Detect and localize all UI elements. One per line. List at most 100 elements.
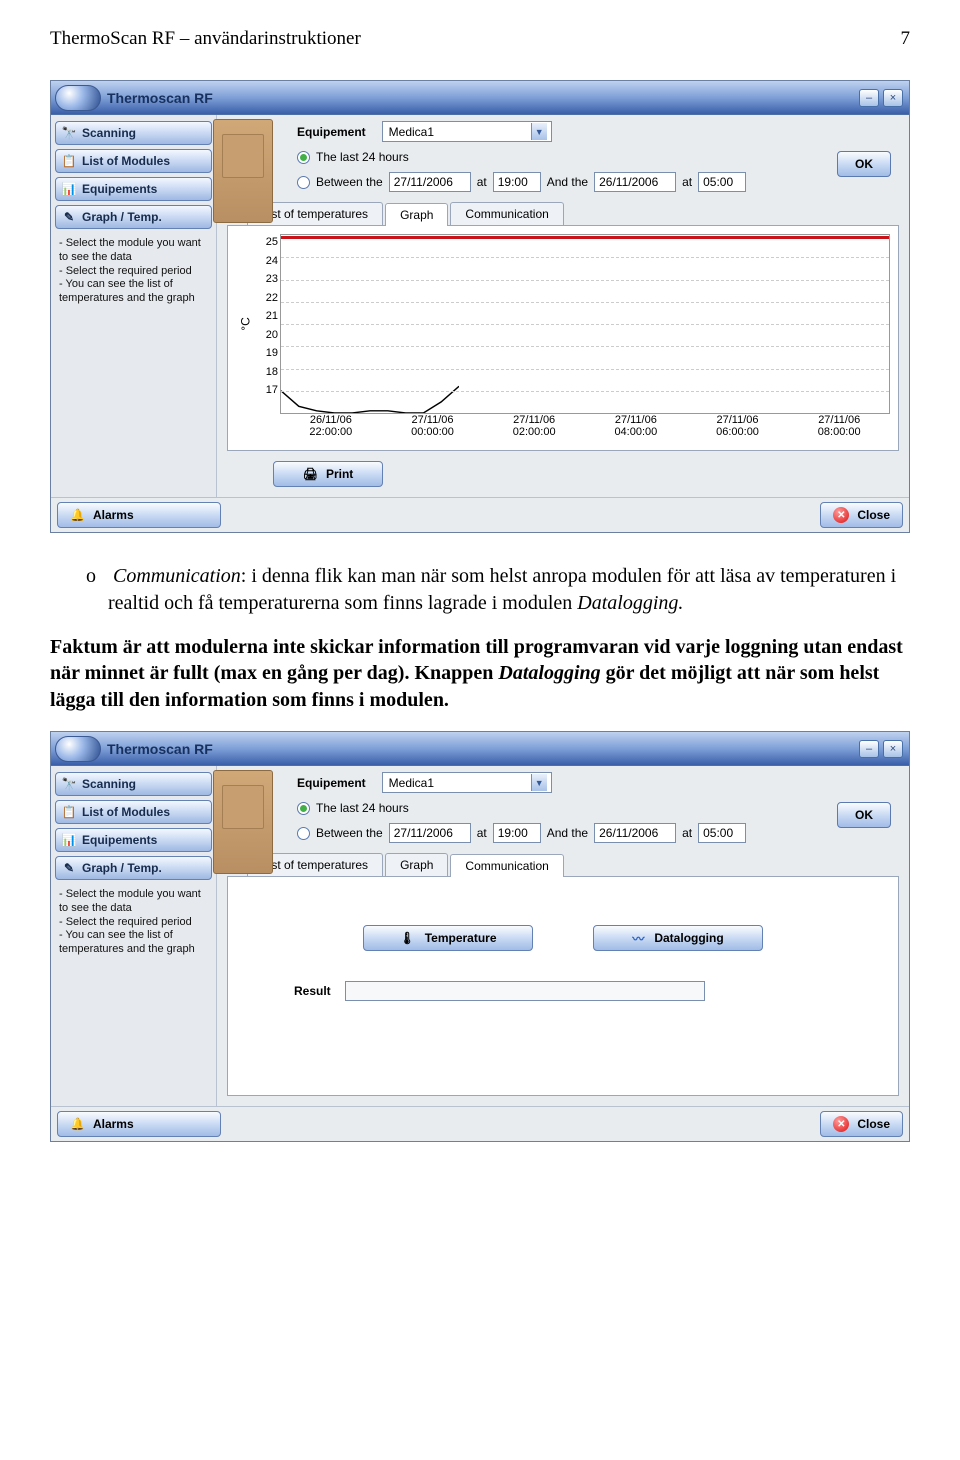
nav-equipements[interactable]: 📊 Equipements [55, 177, 212, 201]
at-label-2: at [682, 826, 692, 840]
pencil-icon: ✎ [62, 210, 76, 224]
ok-button[interactable]: OK [837, 151, 891, 177]
datalogging-label: Datalogging [654, 931, 723, 945]
nav-list-modules[interactable]: 📋 List of Modules [55, 149, 212, 173]
radio-between[interactable] [297, 176, 310, 189]
equipement-label: Equipement [297, 776, 366, 790]
print-button[interactable]: 🖨 Print [273, 461, 383, 487]
tab-graph[interactable]: Graph [385, 853, 448, 876]
nav-label: List of Modules [82, 805, 170, 819]
app-jewel-icon [55, 85, 101, 111]
and-the-label: And the [547, 826, 588, 840]
time-from-input[interactable]: 19:00 [493, 823, 541, 843]
radio-last24[interactable] [297, 151, 310, 164]
and-the-label: And the [547, 175, 588, 189]
printer-icon: 🖨 [303, 467, 318, 481]
result-field [345, 981, 705, 1001]
radio-last24[interactable] [297, 802, 310, 815]
minimize-button[interactable]: – [859, 89, 879, 107]
nav-graph-temp[interactable]: ✎Graph / Temp. [55, 856, 212, 880]
time-from-input[interactable]: 19:00 [493, 172, 541, 192]
nav-label: Graph / Temp. [82, 210, 162, 224]
radio-between[interactable] [297, 827, 310, 840]
close-window-button[interactable]: × [883, 740, 903, 758]
date-from-input[interactable]: 27/11/2006 [389, 172, 471, 192]
binoculars-icon: 🔭 [62, 126, 76, 140]
close-window-button[interactable]: × [883, 89, 903, 107]
datalogging-button[interactable]: 〰 Datalogging [593, 925, 763, 951]
paragraph-communication: o Communication: i denna flik kan man nä… [50, 563, 910, 616]
nav-label: Equipements [82, 833, 157, 847]
tab-graph[interactable]: Graph [385, 203, 448, 226]
nav-graph-temp[interactable]: ✎ Graph / Temp. [55, 205, 212, 229]
date-from-input[interactable]: 27/11/2006 [389, 823, 471, 843]
close-button[interactable]: ✕ Close [820, 1111, 903, 1137]
print-label: Print [326, 467, 353, 481]
binoculars-icon: 🔭 [62, 777, 76, 791]
list-icon: 📋 [62, 805, 76, 819]
chart-icon: 📊 [62, 833, 76, 847]
bell-icon: 🔔 [70, 508, 85, 522]
temperature-button[interactable]: 🌡 Temperature [363, 925, 533, 951]
equipement-value: Medica1 [389, 125, 434, 139]
list-icon: 📋 [62, 154, 76, 168]
app-window-graph: Thermoscan RF – × 🔭 Scanning 📋 List of Mod… [50, 80, 910, 533]
wave-icon: 〰 [632, 930, 644, 947]
thermometer-icon: 🌡 [399, 931, 414, 945]
chart-ylabel: °C [236, 234, 256, 414]
equipement-select[interactable]: Medica1 ▼ [382, 121, 552, 142]
graph-panel: °C 252423222120191817 26/11/0622:00:0027… [227, 225, 899, 451]
alarms-label: Alarms [93, 508, 134, 522]
nav-label: Equipements [82, 182, 157, 196]
nav-label: Scanning [82, 126, 136, 140]
titlebar: Thermoscan RF – × [51, 732, 909, 766]
alarms-button[interactable]: 🔔 Alarms [57, 502, 221, 528]
radio-last24-label: The last 24 hours [316, 150, 409, 164]
ok-button[interactable]: OK [837, 802, 891, 828]
date-to-input[interactable]: 26/11/2006 [594, 172, 676, 192]
at-label-1: at [477, 826, 487, 840]
minimize-button[interactable]: – [859, 740, 879, 758]
chevron-down-icon: ▼ [531, 123, 547, 140]
chart-plot [280, 234, 890, 414]
app-jewel-icon [55, 736, 101, 762]
page-number: 7 [901, 28, 911, 50]
nav-label: Graph / Temp. [82, 861, 162, 875]
bell-icon: 🔔 [70, 1117, 85, 1131]
tab-communication[interactable]: Communication [450, 854, 563, 877]
equipement-select[interactable]: Medica1 ▼ [382, 772, 552, 793]
titlebar: Thermoscan RF – × [51, 81, 909, 115]
time-to-input[interactable]: 05:00 [698, 172, 746, 192]
communication-panel: 🌡 Temperature 〰 Datalogging Result [227, 876, 899, 1096]
nav-label: List of Modules [82, 154, 170, 168]
nav-scanning[interactable]: 🔭 Scanning [55, 772, 212, 796]
module-photo [213, 119, 273, 223]
at-label-1: at [477, 175, 487, 189]
time-to-input[interactable]: 05:00 [698, 823, 746, 843]
equipement-label: Equipement [297, 125, 366, 139]
app-title: Thermoscan RF [107, 90, 859, 106]
equipement-value: Medica1 [389, 776, 434, 790]
close-icon: ✕ [833, 507, 849, 523]
sidebar-help-text: - Select the module you want to see the … [53, 882, 214, 961]
nav-label: Scanning [82, 777, 136, 791]
module-photo [213, 770, 273, 874]
close-icon: ✕ [833, 1116, 849, 1132]
date-to-input[interactable]: 26/11/2006 [594, 823, 676, 843]
tab-communication[interactable]: Communication [450, 202, 563, 225]
between-label: Between the [316, 826, 383, 840]
sidebar-help-text: - Select the module you want to see the … [53, 231, 214, 310]
chart-icon: 📊 [62, 182, 76, 196]
close-button[interactable]: ✕ Close [820, 502, 903, 528]
nav-equipements[interactable]: 📊 Equipements [55, 828, 212, 852]
close-label: Close [857, 508, 890, 522]
alarms-button[interactable]: 🔔 Alarms [57, 1111, 221, 1137]
doc-header: ThermoScan RF – användarinstruktioner [50, 28, 361, 50]
between-label: Between the [316, 175, 383, 189]
close-label: Close [857, 1117, 890, 1131]
alarms-label: Alarms [93, 1117, 134, 1131]
radio-last24-label: The last 24 hours [316, 801, 409, 815]
nav-scanning[interactable]: 🔭 Scanning [55, 121, 212, 145]
paragraph-faktum: Faktum är att modulerna inte skickar inf… [50, 634, 910, 713]
nav-list-modules[interactable]: 📋 List of Modules [55, 800, 212, 824]
